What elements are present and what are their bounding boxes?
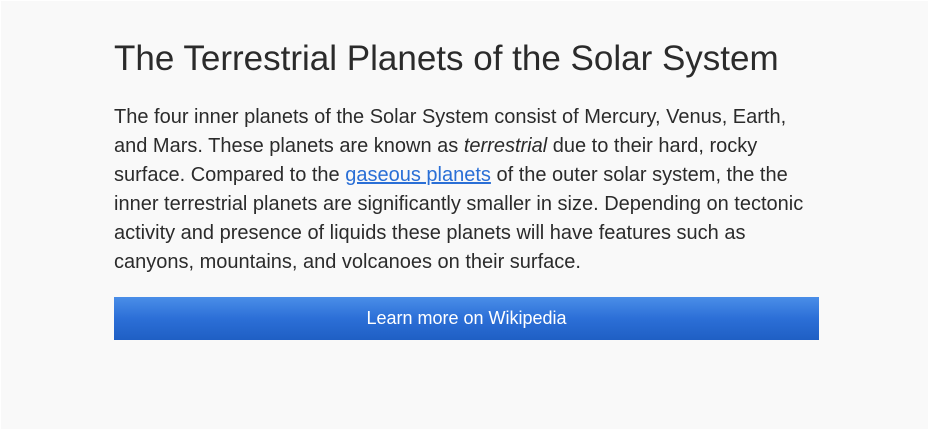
page-title: The Terrestrial Planets of the Solar Sys… (114, 39, 779, 78)
article-paragraph: The four inner planets of the Solar Syst… (114, 103, 819, 277)
learn-more-wikipedia-button[interactable]: Learn more on Wikipedia (114, 297, 819, 340)
emphasized-term: terrestrial (463, 135, 548, 157)
gaseous-planets-link[interactable]: gaseous planets (345, 164, 491, 186)
page: The Terrestrial Planets of the Solar Sys… (1, 1, 928, 429)
